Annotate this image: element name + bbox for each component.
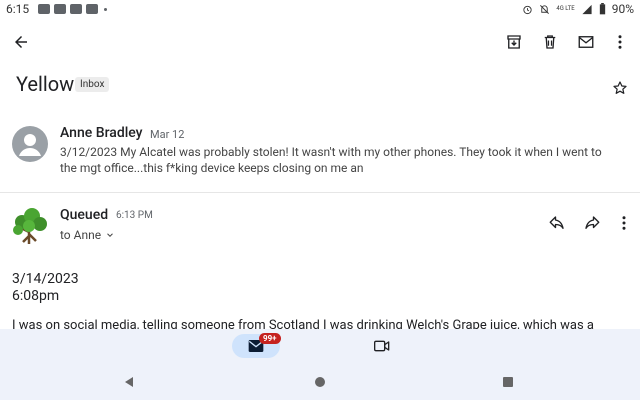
archive-button[interactable] — [502, 30, 526, 54]
network-label: 4G LTE — [556, 5, 575, 12]
tree-icon — [13, 208, 47, 244]
battery-percent: 90% — [611, 2, 634, 16]
avatar-default — [12, 126, 48, 162]
reply-button[interactable] — [545, 211, 569, 235]
sender-name: Anne Bradley — [60, 125, 143, 141]
person-icon — [19, 134, 41, 156]
more-vert-icon — [622, 216, 626, 230]
youtube-notification-icon-2 — [86, 4, 98, 14]
message-snippet: 3/12/2023 My Alcatel was probably stolen… — [60, 145, 602, 175]
delete-button[interactable] — [538, 30, 562, 54]
bottom-navigation — [0, 329, 640, 364]
meet-tab[interactable] — [372, 336, 392, 356]
divider — [0, 192, 640, 193]
status-time: 6:15 — [6, 2, 30, 16]
reply-icon — [549, 216, 564, 229]
trash-icon — [544, 35, 556, 49]
archive-icon — [507, 35, 521, 49]
status-right: 4G LTE 90% — [522, 2, 634, 16]
alarm-icon — [523, 5, 532, 14]
message-notification-icon — [38, 4, 50, 14]
inbox-label-chip[interactable]: Inbox — [75, 77, 110, 92]
back-button[interactable] — [9, 30, 33, 54]
sender-name-queued: Queued — [60, 207, 109, 223]
star-icon — [613, 81, 627, 94]
mail-icon — [578, 36, 594, 48]
image-notification-icon — [54, 4, 66, 14]
youtube-notification-icon — [70, 4, 82, 14]
avatar-tree — [10, 206, 50, 246]
more-notifications-icon — [104, 7, 107, 11]
message-date: Mar 12 — [150, 128, 185, 141]
chevron-down-icon — [107, 233, 113, 237]
recipient-details-toggle[interactable]: to Anne — [60, 228, 115, 242]
mark-unread-button[interactable] — [574, 30, 598, 54]
notification-icons — [38, 4, 107, 14]
forward-icon — [585, 216, 600, 229]
recents-square-icon[interactable] — [502, 376, 514, 388]
battery-icon — [599, 3, 605, 15]
star-button[interactable] — [610, 78, 630, 98]
message-body-datetime: 3/14/2023 6:08pm — [12, 271, 79, 305]
recipient-label: to Anne — [60, 228, 102, 242]
body-time: 6:08pm — [12, 288, 60, 304]
back-triangle-icon[interactable] — [123, 376, 135, 388]
status-bar: 6:15 4G LTE 90% — [0, 0, 640, 20]
video-camera-icon — [374, 340, 390, 352]
signal-icon — [582, 4, 592, 14]
message-more-button[interactable] — [612, 211, 636, 235]
thread-subject: Yellow — [16, 72, 75, 96]
body-date: 3/14/2023 — [12, 271, 79, 287]
toolbar — [0, 24, 640, 60]
message-time: 6:13 PM — [116, 210, 153, 221]
unread-count-badge: 99+ — [259, 333, 281, 344]
mute-icon — [540, 4, 550, 14]
arrow-left-icon — [15, 36, 27, 48]
forward-button[interactable] — [580, 211, 604, 235]
more-options-button[interactable] — [608, 30, 632, 54]
more-vert-icon — [618, 35, 622, 49]
home-circle-icon[interactable] — [314, 376, 326, 388]
